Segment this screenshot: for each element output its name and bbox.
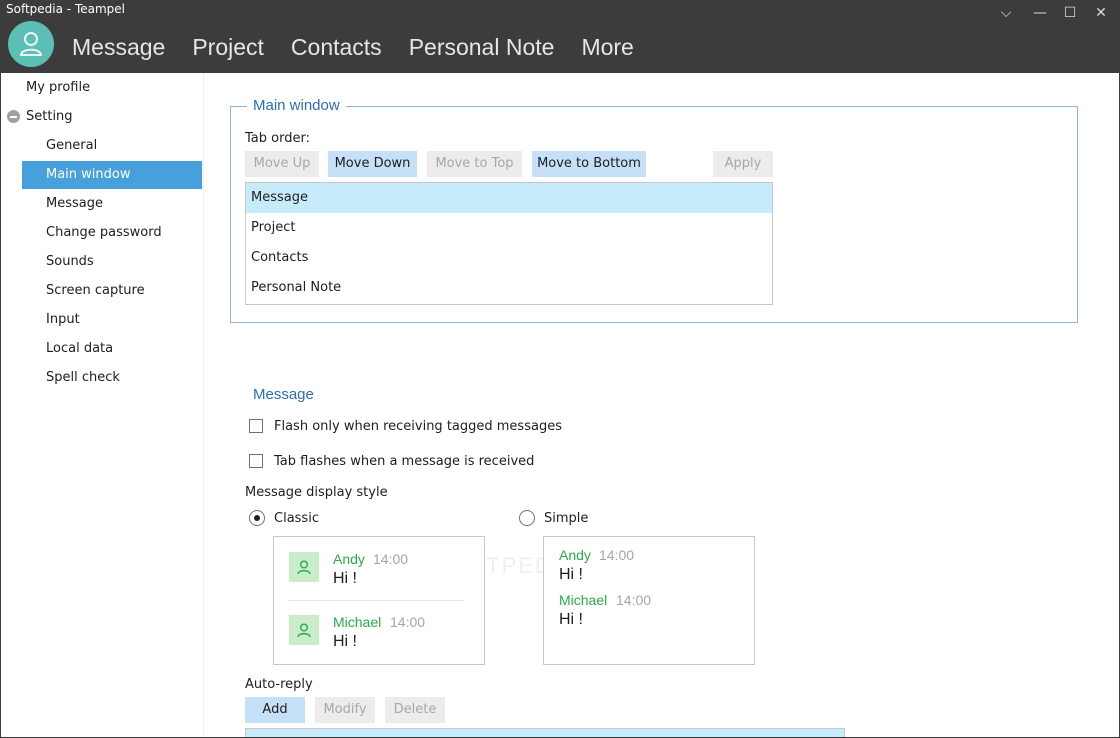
title-bar: Softpedia - Teampel ⌵ — ☐ ✕ Message Proj…	[0, 0, 1120, 73]
simple-style-radio[interactable]	[519, 510, 535, 526]
list-item-contacts[interactable]: Contacts	[246, 243, 772, 273]
andy-sender: Andy	[333, 551, 365, 567]
list-item-project[interactable]: Project	[246, 213, 772, 243]
michael-time: 14:00	[390, 614, 426, 630]
simple-style-label: Simple	[544, 511, 589, 526]
dropdown-icon[interactable]: ⌵	[996, 4, 1016, 22]
nav-project[interactable]: Project	[192, 30, 264, 64]
preview-divider	[289, 600, 464, 601]
list-item-message[interactable]: Message	[246, 183, 772, 213]
main-nav: Message Project Contacts Personal Note M…	[72, 30, 634, 64]
sidebar-item-input[interactable]: Input	[22, 306, 202, 334]
sidebar-item-screen-capture[interactable]: Screen capture	[22, 277, 202, 305]
flash-tagged-checkbox[interactable]	[249, 419, 263, 433]
user-icon	[19, 32, 43, 56]
move-down-button[interactable]: Move Down	[328, 151, 417, 177]
andy-message: Hi !	[559, 566, 583, 583]
modify-button[interactable]: Modify	[315, 697, 375, 723]
list-item-personal-note[interactable]: Personal Note	[246, 273, 772, 303]
sidebar-item-spell-check[interactable]: Spell check	[22, 364, 202, 392]
apply-button[interactable]: Apply	[713, 151, 773, 177]
flash-tagged-label: Flash only when receiving tagged message…	[274, 419, 562, 434]
user-icon	[297, 623, 311, 637]
michael-sender: Michael	[333, 614, 382, 630]
user-avatar[interactable]	[8, 21, 54, 67]
display-style-label: Message display style	[245, 485, 388, 500]
maximize-icon[interactable]: ☐	[1060, 4, 1080, 22]
window-title: Softpedia - Teampel	[6, 2, 125, 16]
sidebar-item-general[interactable]: General	[22, 132, 202, 160]
michael-avatar	[289, 615, 319, 645]
nav-contacts[interactable]: Contacts	[291, 30, 382, 64]
classic-style-label: Classic	[274, 511, 319, 526]
nav-message[interactable]: Message	[72, 30, 165, 64]
sidebar-item-setting[interactable]: Setting	[26, 109, 73, 124]
sidebar-item-local-data[interactable]: Local data	[22, 335, 202, 363]
tab-flash-label: Tab flashes when a message is received	[274, 454, 535, 469]
close-icon[interactable]: ✕	[1091, 4, 1111, 22]
auto-reply-list[interactable]	[245, 728, 845, 738]
tab-order-list[interactable]: Message Project Contacts Personal Note	[245, 182, 773, 305]
michael-message: Hi !	[559, 611, 583, 628]
tab-order-label: Tab order:	[245, 131, 310, 146]
settings-content: Main window Tab order: Move Up Move Down…	[205, 73, 1118, 738]
andy-time: 14:00	[373, 551, 409, 567]
andy-sender: Andy	[559, 547, 591, 563]
sidebar-item-change-password[interactable]: Change password	[22, 219, 202, 247]
minimize-icon[interactable]: —	[1030, 4, 1050, 22]
andy-message: Hi !	[333, 570, 357, 587]
tab-flash-checkbox[interactable]	[249, 454, 263, 468]
move-up-button[interactable]: Move Up	[245, 151, 319, 177]
classic-preview: Andy 14:00 Hi ! Michael 14:00 Hi !	[273, 536, 485, 665]
michael-message: Hi !	[333, 633, 357, 650]
collapse-icon[interactable]	[7, 110, 20, 123]
michael-sender: Michael	[559, 592, 608, 608]
message-section-title: Message	[253, 386, 314, 403]
add-button[interactable]: Add	[245, 697, 305, 723]
nav-personal-note[interactable]: Personal Note	[409, 30, 555, 64]
main-window-legend: Main window	[247, 97, 346, 114]
michael-time: 14:00	[616, 592, 652, 608]
sidebar-item-sounds[interactable]: Sounds	[22, 248, 202, 276]
settings-sidebar: My profile Setting General Main window M…	[2, 73, 204, 736]
sidebar-item-my-profile[interactable]: My profile	[26, 80, 90, 95]
move-to-top-button[interactable]: Move to Top	[427, 151, 522, 177]
sidebar-item-main-window[interactable]: Main window	[22, 161, 202, 189]
move-to-bottom-button[interactable]: Move to Bottom	[532, 151, 646, 177]
sidebar-item-message[interactable]: Message	[22, 190, 202, 218]
classic-style-radio[interactable]	[249, 510, 265, 526]
nav-more[interactable]: More	[581, 30, 633, 64]
user-icon	[297, 560, 311, 574]
andy-avatar	[289, 552, 319, 582]
auto-reply-label: Auto-reply	[245, 677, 313, 692]
delete-button[interactable]: Delete	[385, 697, 445, 723]
simple-preview: Andy 14:00 Hi ! Michael 14:00 Hi !	[543, 536, 755, 665]
andy-time: 14:00	[599, 547, 635, 563]
